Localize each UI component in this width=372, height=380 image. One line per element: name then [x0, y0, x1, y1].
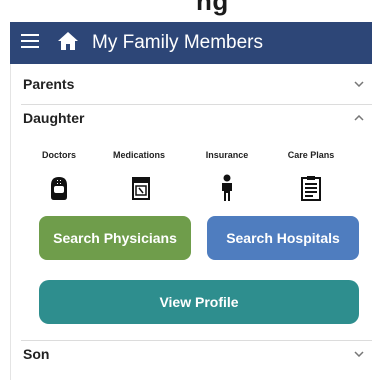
- cut-off-heading: ng: [196, 0, 229, 16]
- section-label: Daughter: [23, 110, 85, 126]
- category-care-plans-label: Care Plans: [287, 150, 335, 160]
- app-bar: My Family Members: [10, 22, 372, 64]
- home-button[interactable]: [50, 22, 86, 64]
- category-medications-label: Medications: [112, 150, 165, 160]
- page-title: My Family Members: [92, 32, 264, 53]
- section-son[interactable]: Son: [11, 334, 372, 374]
- menu-button[interactable]: [10, 22, 50, 64]
- section-daughter[interactable]: Daughter: [11, 98, 372, 138]
- search-physicians-button[interactable]: Search Physicians: [39, 216, 191, 260]
- chevron-down-icon: [353, 78, 365, 90]
- home-icon: [58, 31, 78, 55]
- family-members-list: Parents Daughter Doctors Medications Ins…: [10, 64, 372, 380]
- section-label: Parents: [23, 76, 75, 92]
- clipboard-icon[interactable]: [295, 172, 327, 204]
- medications-icon[interactable]: [125, 172, 157, 204]
- previous-screen-fragment: ng: [0, 0, 372, 22]
- hamburger-menu-icon: [21, 33, 39, 53]
- section-label: Son: [23, 346, 50, 362]
- doctor-icon[interactable]: [43, 172, 75, 204]
- search-hospitals-button[interactable]: Search Hospitals: [207, 216, 359, 260]
- chevron-up-icon: [353, 112, 365, 124]
- category-doctors-label: Doctors: [41, 150, 76, 160]
- chevron-down-icon: [353, 348, 365, 360]
- category-insurance-label: Insurance: [205, 150, 249, 160]
- view-profile-button[interactable]: View Profile: [39, 280, 359, 324]
- person-icon[interactable]: [211, 172, 243, 204]
